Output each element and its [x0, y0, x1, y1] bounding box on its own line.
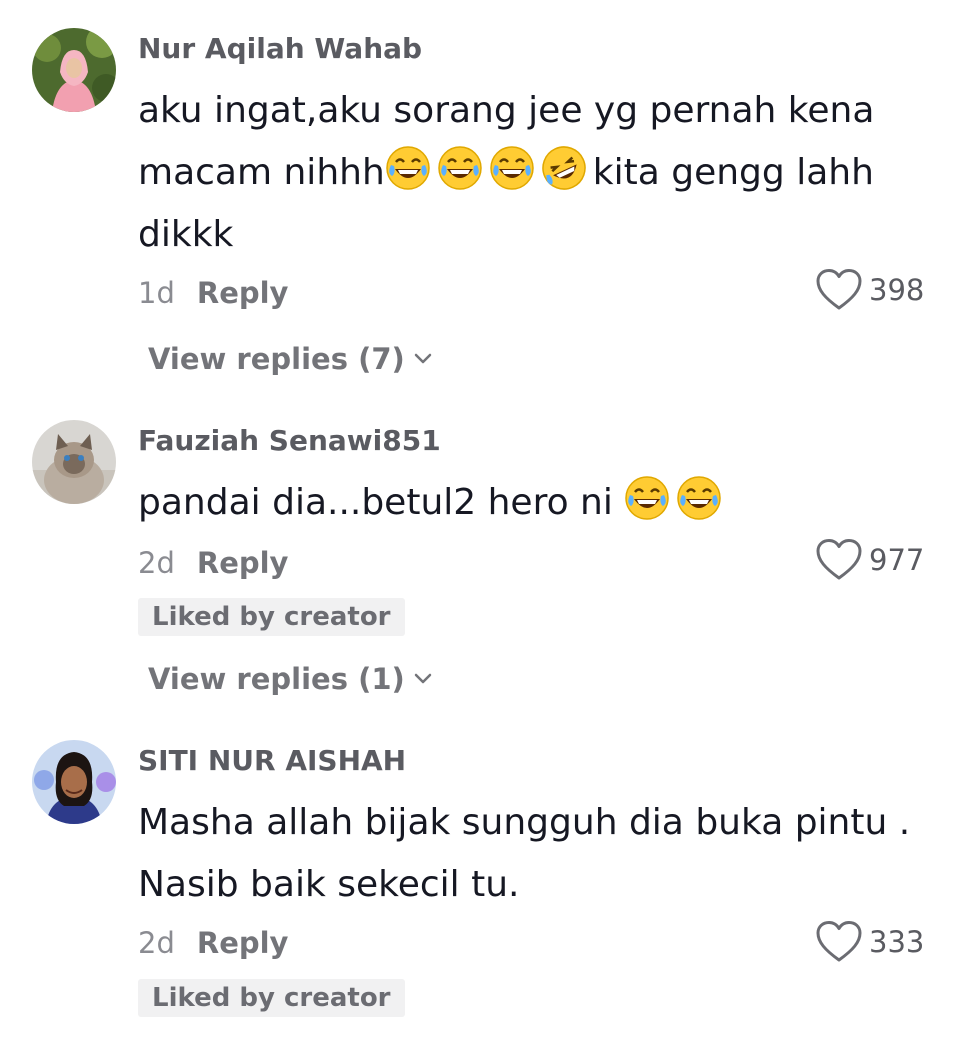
view-replies-button[interactable]: View replies (7) [148, 342, 433, 376]
view-replies-label: View replies (1) [148, 662, 405, 696]
avatar[interactable] [32, 28, 116, 112]
comment-text-part: pandai dia...betul2 hero ni [138, 482, 625, 523]
like-button[interactable]: 977 [815, 538, 924, 582]
like-button[interactable]: 398 [815, 268, 924, 312]
comment-text: aku ingat,aku sorang jee yg pernah kena … [138, 80, 948, 266]
comment-text: pandai dia...betul2 hero ni [138, 472, 948, 534]
comment-text-part: Masha allah bijak sungguh dia buka pintu… [138, 802, 911, 905]
heart-outline-icon[interactable] [815, 538, 863, 582]
comment-time: 2d [138, 546, 175, 580]
username[interactable]: Nur Aqilah Wahab [138, 32, 422, 65]
heart-outline-icon[interactable] [815, 268, 863, 312]
reply-button[interactable]: Reply [197, 926, 289, 960]
view-replies-label: View replies (7) [148, 342, 405, 376]
comment-time: 2d [138, 926, 175, 960]
view-replies-button[interactable]: View replies (1) [148, 662, 433, 696]
face-with-tears-of-joy-emoji [385, 145, 431, 191]
avatar[interactable] [32, 420, 116, 504]
face-with-tears-of-joy-emoji [489, 145, 535, 191]
reply-button[interactable]: Reply [197, 276, 289, 310]
like-button[interactable]: 333 [815, 920, 924, 964]
comment-meta: 2d Reply [138, 546, 288, 580]
username[interactable]: SITI NUR AISHAH [138, 744, 406, 777]
comment-meta: 1d Reply [138, 276, 288, 310]
username[interactable]: Fauziah Senawi851 [138, 424, 441, 457]
liked-by-creator-badge: Liked by creator [138, 598, 405, 636]
reply-button[interactable]: Reply [197, 546, 289, 580]
comment-meta: 2d Reply [138, 926, 288, 960]
like-count: 333 [869, 925, 925, 959]
comment-text: Masha allah bijak sungguh dia buka pintu… [138, 792, 948, 916]
chevron-down-icon [405, 352, 433, 366]
like-count: 398 [869, 273, 925, 307]
avatar[interactable] [32, 740, 116, 824]
comment-time: 1d [138, 276, 175, 310]
chevron-down-icon [405, 672, 433, 686]
rolling-on-floor-laughing-emoji [541, 145, 587, 191]
face-with-tears-of-joy-emoji [676, 475, 722, 521]
face-with-tears-of-joy-emoji [437, 145, 483, 191]
face-with-tears-of-joy-emoji [624, 475, 670, 521]
liked-by-creator-badge: Liked by creator [138, 979, 405, 1017]
heart-outline-icon[interactable] [815, 920, 863, 964]
like-count: 977 [869, 543, 925, 577]
